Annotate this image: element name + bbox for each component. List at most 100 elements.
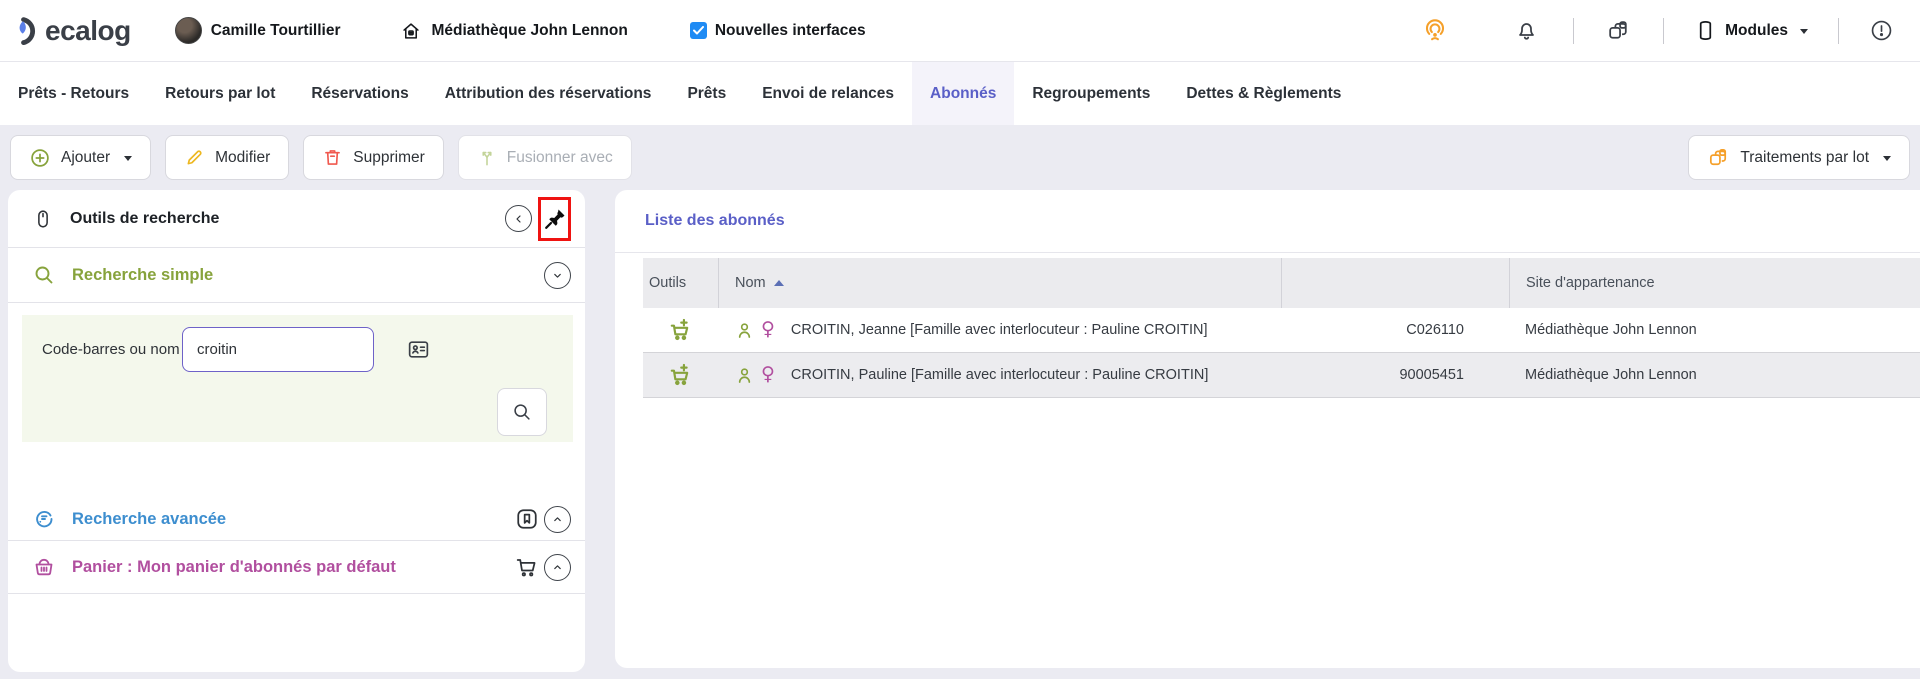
simple-search-section-header[interactable]: Recherche simple bbox=[8, 248, 585, 303]
batch-actions-button[interactable]: Traitements par lot bbox=[1688, 135, 1910, 180]
module-cube-icon bbox=[1694, 19, 1717, 42]
tab-envoi-relances[interactable]: Envoi de relances bbox=[744, 62, 912, 125]
table-row[interactable]: ♀ CROITIN, Pauline [Famille avec interlo… bbox=[643, 353, 1920, 398]
pin-icon[interactable] bbox=[543, 207, 567, 231]
pin-highlight-box bbox=[538, 197, 571, 241]
cart-plus-icon[interactable] bbox=[668, 317, 694, 343]
caret-down-icon bbox=[1883, 156, 1891, 161]
basket-section-header[interactable]: Panier : Mon panier d'abonnés par défaut bbox=[8, 541, 585, 594]
subscriber-site: Médiathèque John Lennon bbox=[1509, 367, 1920, 383]
current-user[interactable]: Camille Tourtillier bbox=[175, 17, 341, 44]
chevron-up-circle-icon[interactable] bbox=[544, 506, 571, 533]
edit-button-label: Modifier bbox=[215, 149, 270, 167]
modules-menu[interactable]: Modules bbox=[1694, 19, 1808, 42]
modules-label: Modules bbox=[1725, 22, 1788, 40]
basket-title: Panier : Mon panier d'abonnés par défaut bbox=[72, 558, 396, 577]
cart-icon[interactable] bbox=[513, 553, 541, 581]
history-circle-icon bbox=[32, 507, 56, 531]
tab-abonnes[interactable]: Abonnés bbox=[912, 62, 1014, 125]
delete-button-label: Supprimer bbox=[353, 149, 425, 167]
subscriber-name: CROITIN, Pauline [Famille avec interlocu… bbox=[791, 367, 1208, 383]
caret-down-icon bbox=[1800, 29, 1808, 34]
trash-icon bbox=[322, 147, 343, 168]
caret-down-icon bbox=[124, 156, 132, 161]
tab-prets[interactable]: Prêts bbox=[669, 62, 744, 125]
tab-retours-par-lot[interactable]: Retours par lot bbox=[147, 62, 293, 125]
add-button[interactable]: Ajouter bbox=[10, 135, 151, 180]
search-tools-panel: Outils de recherche Recherche bbox=[8, 190, 585, 672]
female-icon: ♀ bbox=[761, 320, 775, 339]
column-header-outils[interactable]: Outils bbox=[643, 258, 718, 308]
subscriber-list-panel: Liste des abonnés Outils Nom Site d'appa… bbox=[615, 190, 1920, 668]
subscriber-code: 90005451 bbox=[1281, 367, 1509, 383]
new-interfaces-label: Nouvelles interfaces bbox=[715, 22, 866, 40]
tab-prets-retours[interactable]: Prêts - Retours bbox=[0, 62, 147, 125]
cart-plus-icon[interactable] bbox=[668, 362, 694, 388]
current-site[interactable]: Médiathèque John Lennon bbox=[400, 20, 627, 42]
merge-icon bbox=[477, 148, 497, 168]
site-name: Médiathèque John Lennon bbox=[431, 22, 627, 40]
chevron-down-circle-icon[interactable] bbox=[544, 262, 571, 289]
add-button-label: Ajouter bbox=[61, 149, 110, 167]
merge-button-label: Fusionner avec bbox=[507, 149, 613, 167]
simple-search-title: Recherche simple bbox=[72, 266, 213, 285]
subscriber-list-header: Liste des abonnés bbox=[615, 190, 1920, 253]
pencil-icon bbox=[184, 147, 205, 168]
person-icon bbox=[734, 320, 755, 341]
edit-button[interactable]: Modifier bbox=[165, 135, 289, 180]
user-avatar[interactable] bbox=[175, 17, 202, 44]
subscriber-code: C026110 bbox=[1281, 322, 1509, 338]
logo-text: ecalog bbox=[45, 15, 131, 47]
table-header-row: Outils Nom Site d'appartenance bbox=[643, 258, 1920, 308]
merge-button[interactable]: Fusionner avec bbox=[458, 135, 632, 180]
chevron-up-circle-icon[interactable] bbox=[544, 554, 571, 581]
female-icon: ♀ bbox=[761, 365, 775, 384]
checkbox-checked-icon[interactable] bbox=[690, 22, 707, 39]
subscriber-list-title: Liste des abonnés bbox=[645, 212, 785, 230]
column-header-code[interactable] bbox=[1281, 258, 1509, 308]
decalog-logo-icon bbox=[14, 15, 44, 47]
top-bar: ecalog Camille Tourtillier Médiathèque J… bbox=[0, 0, 1920, 62]
module-tab-bar: Prêts - Retours Retours par lot Réservat… bbox=[0, 62, 1920, 125]
broadcast-person-icon[interactable] bbox=[1422, 18, 1448, 44]
search-tools-header: Outils de recherche bbox=[8, 190, 585, 248]
delete-button[interactable]: Supprimer bbox=[303, 135, 444, 180]
stacked-squares-icon bbox=[1707, 146, 1730, 169]
person-icon bbox=[734, 365, 755, 386]
advanced-search-section-header[interactable]: Recherche avancée bbox=[8, 442, 585, 541]
user-name: Camille Tourtillier bbox=[211, 22, 341, 40]
stacked-squares-icon[interactable] bbox=[1606, 18, 1631, 43]
magnifier-icon bbox=[32, 263, 56, 287]
decalog-logo: ecalog bbox=[14, 15, 131, 47]
search-button[interactable] bbox=[497, 388, 547, 436]
collapse-panel-button[interactable] bbox=[505, 205, 532, 232]
content-area: Outils de recherche Recherche bbox=[0, 190, 1920, 679]
contact-card-icon[interactable] bbox=[406, 337, 431, 362]
subscribers-table: Outils Nom Site d'appartenance bbox=[643, 258, 1920, 398]
batch-actions-label: Traitements par lot bbox=[1740, 149, 1869, 167]
barcode-label: Code-barres ou nom bbox=[42, 341, 182, 358]
tab-attribution-reservations[interactable]: Attribution des réservations bbox=[427, 62, 670, 125]
actions-toolbar: Ajouter Modifier Supprimer Fusionner ave… bbox=[0, 125, 1920, 190]
mouse-icon bbox=[32, 207, 54, 231]
barcode-input[interactable] bbox=[182, 327, 374, 372]
sort-asc-icon bbox=[774, 280, 784, 286]
alert-circle-icon[interactable] bbox=[1869, 18, 1894, 43]
simple-search-form: Code-barres ou nom bbox=[22, 315, 573, 442]
bell-icon[interactable] bbox=[1514, 18, 1539, 43]
column-header-site[interactable]: Site d'appartenance bbox=[1509, 258, 1920, 308]
column-header-nom[interactable]: Nom bbox=[718, 258, 1281, 308]
search-tools-title: Outils de recherche bbox=[70, 210, 219, 228]
house-icon bbox=[400, 20, 422, 42]
subscriber-site: Médiathèque John Lennon bbox=[1509, 322, 1920, 338]
tab-regroupements[interactable]: Regroupements bbox=[1014, 62, 1168, 125]
bookmark-square-icon[interactable] bbox=[513, 505, 541, 533]
tab-dettes-reglements[interactable]: Dettes & Règlements bbox=[1168, 62, 1359, 125]
tab-reservations[interactable]: Réservations bbox=[293, 62, 426, 125]
basket-icon bbox=[32, 555, 56, 579]
advanced-search-title: Recherche avancée bbox=[72, 510, 226, 529]
table-row[interactable]: ♀ CROITIN, Jeanne [Famille avec interloc… bbox=[643, 308, 1920, 353]
subscriber-name: CROITIN, Jeanne [Famille avec interlocut… bbox=[791, 322, 1208, 338]
plus-circle-icon bbox=[29, 147, 51, 169]
new-interfaces-toggle[interactable]: Nouvelles interfaces bbox=[690, 22, 866, 40]
